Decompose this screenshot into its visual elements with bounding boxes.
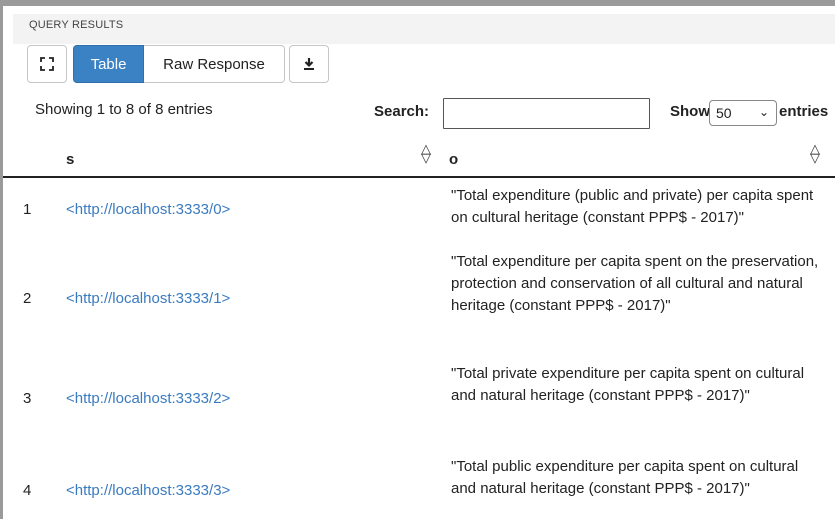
row-index: 3 — [23, 390, 32, 407]
object-value: "Total public expenditure per capita spe… — [451, 458, 799, 497]
page-length-select[interactable]: 50 ⌄ — [709, 100, 777, 126]
column-header-o[interactable]: o — [449, 151, 458, 168]
download-icon — [304, 58, 314, 70]
table-view-button[interactable]: Table — [73, 45, 144, 83]
table-row: 2 <http://localhost:3333/1> "Total expen… — [3, 250, 835, 354]
column-header-s[interactable]: s — [66, 151, 74, 168]
table-row: 4 <http://localhost:3333/3> "Total publi… — [3, 448, 835, 525]
table-header: s △ ▽ o △ ▽ — [3, 140, 835, 178]
chevron-down-icon: ⌄ — [758, 105, 769, 119]
search-label: Search: — [374, 103, 430, 120]
sort-icon[interactable]: △ ▽ — [420, 142, 432, 164]
query-results-panel: QUERY RESULTS Table Raw Response Showing… — [0, 0, 835, 519]
show-label: Show — [670, 103, 710, 120]
entries-label: entries — [779, 103, 829, 120]
table-row: 1 <http://localhost:3333/0> "Total expen… — [3, 180, 835, 250]
row-index: 4 — [23, 482, 32, 499]
download-button[interactable] — [289, 45, 329, 83]
page-length-value: 50 — [716, 105, 732, 121]
expand-button[interactable] — [27, 45, 67, 83]
subject-link[interactable]: <http://localhost:3333/2> — [66, 390, 230, 407]
sort-icon[interactable]: △ ▽ — [809, 142, 821, 164]
subject-link[interactable]: <http://localhost:3333/1> — [66, 290, 230, 307]
object-value: "Total private expenditure per capita sp… — [451, 365, 805, 404]
raw-response-button[interactable]: Raw Response — [144, 45, 285, 83]
subject-link[interactable]: <http://localhost:3333/3> — [66, 482, 230, 499]
section-header — [13, 14, 835, 44]
row-index: 1 — [23, 201, 32, 218]
object-value: "Total expenditure (public and private) … — [451, 187, 814, 226]
search-input[interactable] — [443, 98, 650, 129]
subject-link[interactable]: <http://localhost:3333/0> — [66, 201, 230, 218]
row-index: 2 — [23, 290, 32, 307]
expand-icon — [40, 57, 54, 71]
entries-info: Showing 1 to 8 of 8 entries — [35, 101, 213, 118]
results-toolbar: Table Raw Response — [27, 45, 329, 83]
table-row: 3 <http://localhost:3333/2> "Total priva… — [3, 360, 835, 446]
object-value: "Total expenditure per capita spent on t… — [451, 253, 819, 314]
section-title: QUERY RESULTS — [29, 19, 124, 31]
